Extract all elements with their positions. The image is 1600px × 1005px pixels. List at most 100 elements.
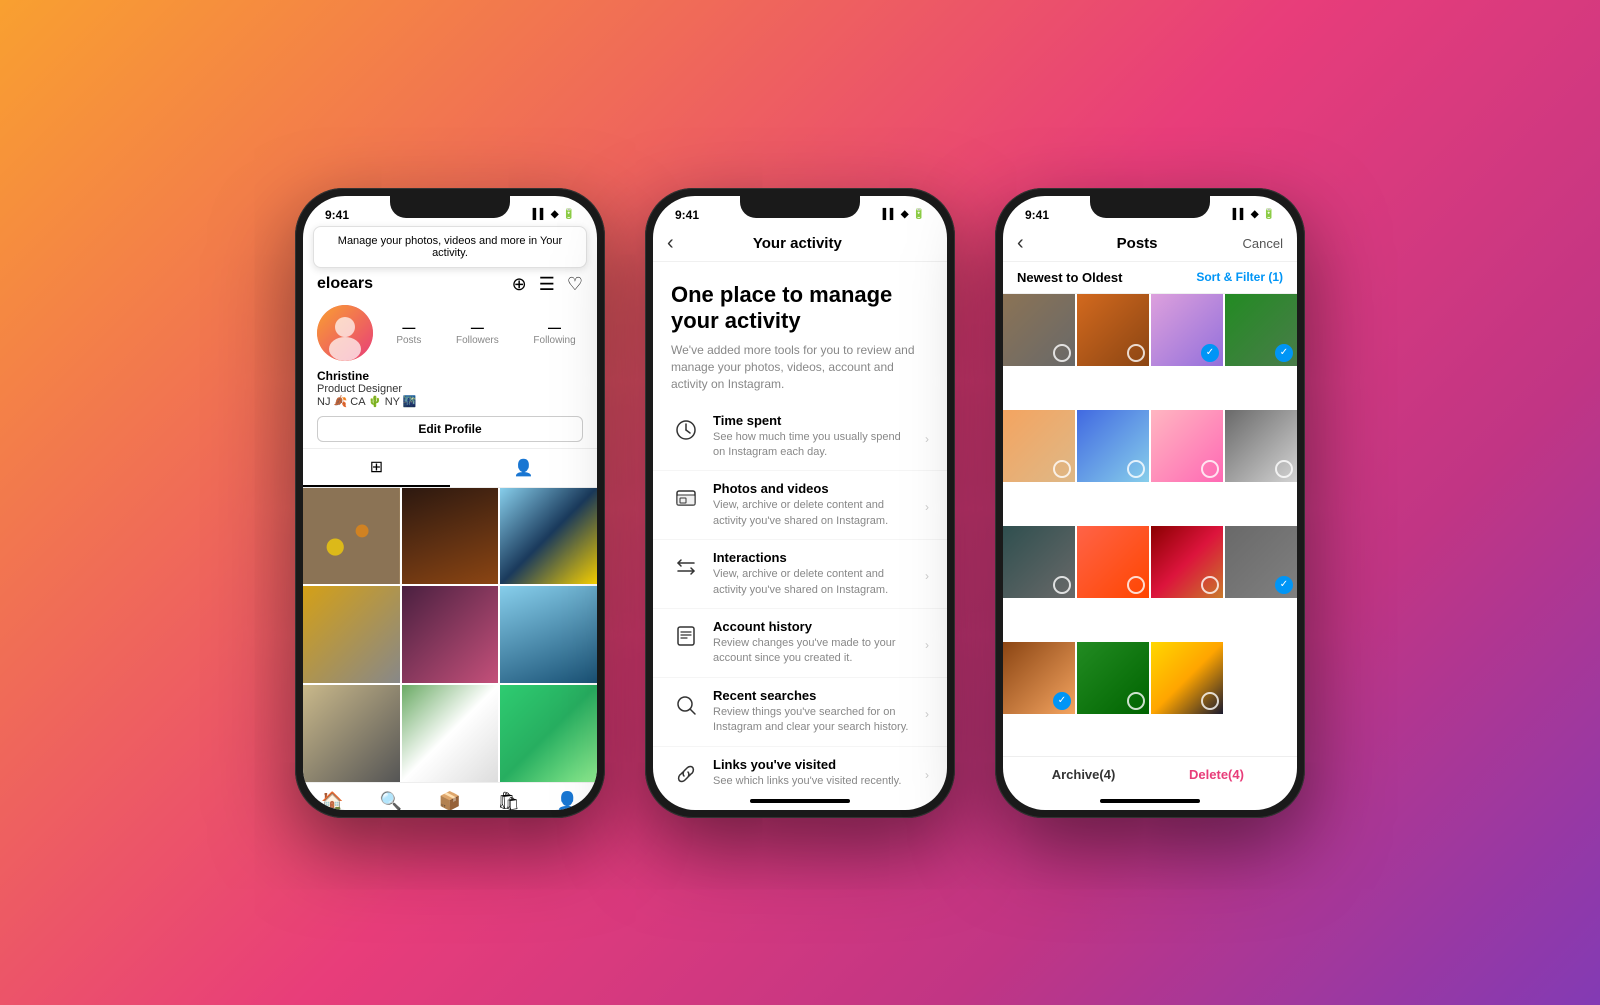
post-cell-10[interactable] (1077, 526, 1149, 598)
nav-home[interactable]: 🏠 (321, 791, 343, 810)
profile-action-icons: ⊕ ☰ ♡ (512, 274, 583, 295)
activity-desc-recent-searches: Review things you've searched for on Ins… (713, 705, 913, 736)
activity-item-account-history[interactable]: Account history Review changes you've ma… (653, 609, 947, 678)
notch-2 (740, 196, 860, 218)
photo-grid (303, 488, 597, 782)
edit-profile-button[interactable]: Edit Profile (317, 416, 583, 442)
activity-item-interactions[interactable]: Interactions View, archive or delete con… (653, 540, 947, 609)
avatar-stats-row: — Posts — Followers — Following (303, 299, 597, 367)
activity-item-recent-searches[interactable]: Recent searches Review things you've sea… (653, 678, 947, 747)
activity-name-recent-searches: Recent searches (713, 688, 913, 703)
post-cell-12[interactable]: ✓ (1225, 526, 1297, 598)
photo-cell-1 (303, 488, 400, 585)
nav-profile[interactable]: 👤 (556, 791, 578, 810)
profile-bio1: Product Designer (317, 383, 583, 395)
activity-item-links[interactable]: Links you've visited See which links you… (653, 747, 947, 792)
phone-2: 9:41 ▌▌ ◆ 🔋 ‹ Your activity One place to… (645, 188, 955, 818)
stat-followers: — Followers (456, 320, 499, 346)
activity-text-account-history: Account history Review changes you've ma… (713, 619, 913, 667)
activity-text-interactions: Interactions View, archive or delete con… (713, 550, 913, 598)
nav-search[interactable]: 🔍 (380, 791, 402, 810)
select-circle-10 (1127, 576, 1145, 594)
activity-name-time-spent: Time spent (713, 413, 913, 428)
chevron-time-spent: › (925, 432, 929, 446)
sort-label: Newest to Oldest (1017, 270, 1122, 285)
status-icons-1: ▌▌ ◆ 🔋 (533, 209, 575, 220)
screen-title-activity: Your activity (682, 235, 913, 252)
post-cell-2[interactable] (1077, 294, 1149, 366)
nav-store[interactable]: 📦 (439, 791, 461, 810)
select-circle-4: ✓ (1275, 344, 1293, 362)
post-cell-9[interactable] (1003, 526, 1075, 598)
menu-icon[interactable]: ☰ (539, 274, 555, 295)
add-icon[interactable]: ⊕ (512, 274, 527, 295)
status-time-1: 9:41 (325, 208, 349, 222)
post-cell-11[interactable] (1151, 526, 1223, 598)
posts-photo-grid: ✓ ✓ (1003, 294, 1297, 756)
archive-button[interactable]: Archive(4) (1017, 767, 1150, 782)
posts-subheader: Newest to Oldest Sort & Filter (1) (1003, 262, 1297, 294)
home-indicator-3 (1003, 792, 1297, 810)
interactions-icon (671, 552, 701, 582)
activity-text-recent-searches: Recent searches Review things you've sea… (713, 688, 913, 736)
photo-cell-3 (500, 488, 597, 585)
phone-3: 9:41 ▌▌ ◆ 🔋 ‹ Posts Cancel Newest to Old… (995, 188, 1305, 818)
posts-back-button[interactable]: ‹ (1017, 232, 1024, 255)
status-time-2: 9:41 (675, 208, 699, 222)
activity-item-time-spent[interactable]: Time spent See how much time you usually… (653, 403, 947, 472)
posts-header: ‹ Posts Cancel (1003, 226, 1297, 262)
post-cell-13[interactable]: ✓ (1003, 642, 1075, 714)
links-icon (671, 759, 701, 789)
home-indicator-2 (653, 792, 947, 810)
nav-shop[interactable]: 🛍 (497, 791, 520, 810)
status-time-3: 9:41 (1025, 208, 1049, 222)
stats-row: — Posts — Followers — Following (389, 320, 583, 346)
post-cell-14[interactable] (1077, 642, 1149, 714)
activity-item-photos[interactable]: Photos and videos View, archive or delet… (653, 471, 947, 540)
chevron-account-history: › (925, 638, 929, 652)
notch-1 (390, 196, 510, 218)
activity-desc-time-spent: See how much time you usually spend on I… (713, 430, 913, 461)
post-cell-7[interactable] (1151, 410, 1223, 482)
heart-icon[interactable]: ♡ (567, 274, 583, 295)
profile-info: Christine Product Designer NJ 🍂 CA 🌵 NY … (303, 367, 597, 410)
post-cell-16[interactable] (1225, 642, 1297, 714)
posts-footer: Archive(4) Delete(4) (1003, 756, 1297, 792)
status-icons-2: ▌▌ ◆ 🔋 (883, 209, 925, 220)
post-cell-1[interactable] (1003, 294, 1075, 366)
tab-tagged[interactable]: 👤 (450, 449, 597, 487)
select-circle-11 (1201, 576, 1219, 594)
select-circle-1 (1053, 344, 1071, 362)
post-cell-3[interactable]: ✓ (1151, 294, 1223, 366)
post-cell-5[interactable] (1003, 410, 1075, 482)
recent-searches-icon (671, 690, 701, 720)
username: eloears (317, 275, 373, 293)
post-tab-icons: ⊞ 👤 (303, 448, 597, 488)
photo-cell-8 (402, 685, 499, 782)
activity-text-links: Links you've visited See which links you… (713, 757, 913, 789)
post-cell-4[interactable]: ✓ (1225, 294, 1297, 366)
avatar (317, 305, 373, 361)
delete-button[interactable]: Delete(4) (1150, 767, 1283, 782)
activity-desc-photos: View, archive or delete content and acti… (713, 498, 913, 529)
activity-name-interactions: Interactions (713, 550, 913, 565)
posts-screen-title: Posts (1117, 235, 1158, 252)
sort-filter-button[interactable]: Sort & Filter (1) (1196, 270, 1283, 284)
cancel-button[interactable]: Cancel (1243, 236, 1283, 251)
photo-cell-5 (402, 586, 499, 683)
back-button[interactable]: ‹ (667, 232, 674, 255)
post-cell-6[interactable] (1077, 410, 1149, 482)
select-circle-3: ✓ (1201, 344, 1219, 362)
photo-cell-7 (303, 685, 400, 782)
account-history-icon (671, 621, 701, 651)
bottom-nav: 🏠 🔍 📦 🛍 👤 (303, 782, 597, 810)
chevron-recent-searches: › (925, 707, 929, 721)
activity-name-photos: Photos and videos (713, 481, 913, 496)
activity-hero-title: One place to manage your activity (671, 282, 929, 335)
post-cell-15[interactable] (1151, 642, 1223, 714)
select-circle-7 (1201, 460, 1219, 478)
activity-desc-interactions: View, archive or delete content and acti… (713, 567, 913, 598)
tab-grid[interactable]: ⊞ (303, 449, 450, 487)
chevron-photos: › (925, 500, 929, 514)
post-cell-8[interactable] (1225, 410, 1297, 482)
